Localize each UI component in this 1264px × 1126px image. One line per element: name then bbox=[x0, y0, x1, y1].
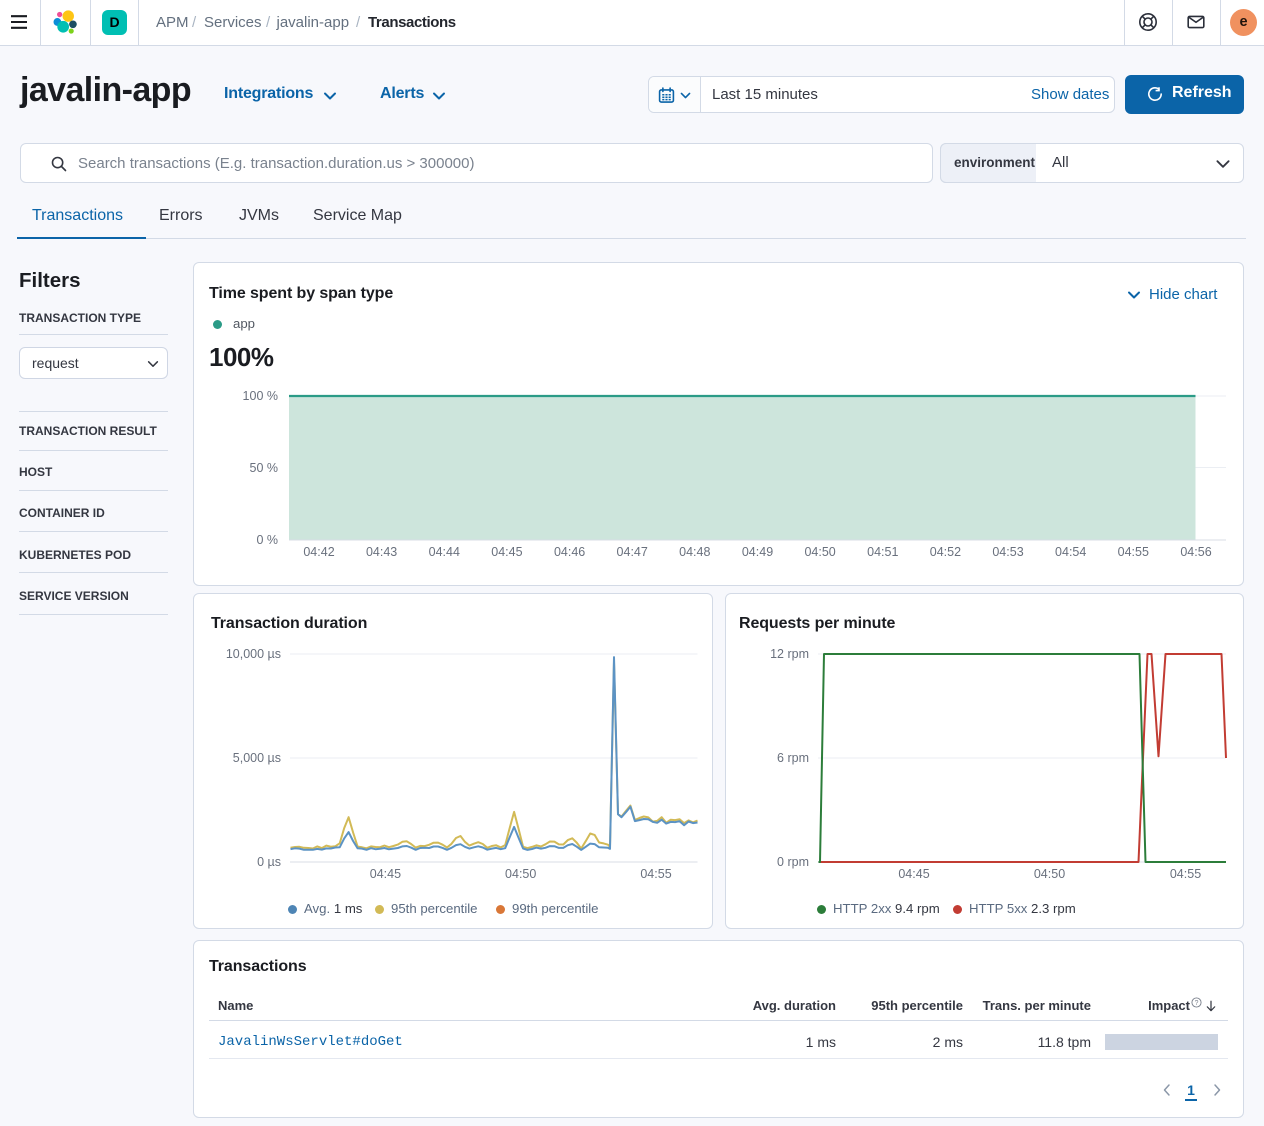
svg-text:?: ? bbox=[1195, 1000, 1199, 1007]
